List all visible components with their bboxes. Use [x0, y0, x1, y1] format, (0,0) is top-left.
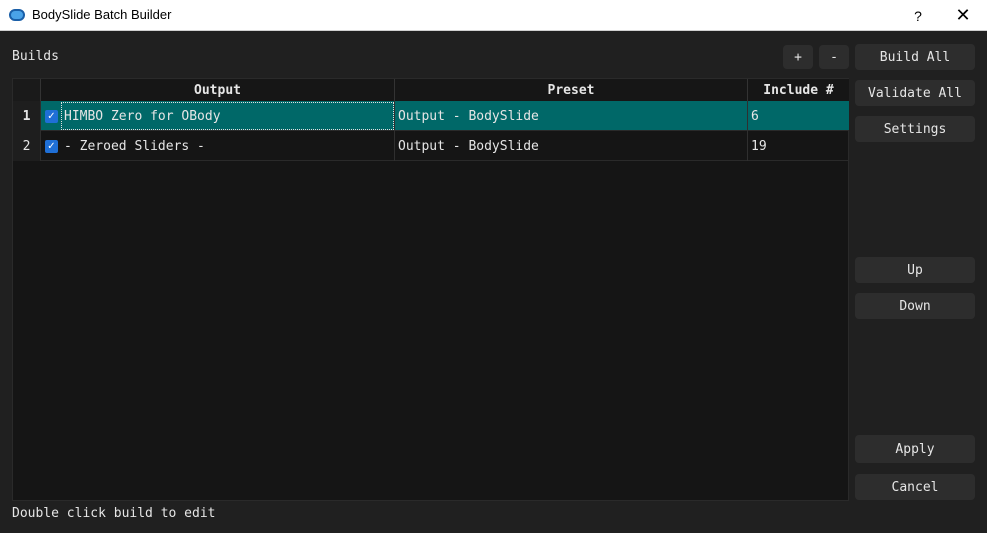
table-row[interactable]: 2 ✓ - Zeroed Sliders - Output - BodySlid…	[13, 131, 849, 161]
build-enabled-checkbox[interactable]: ✓	[45, 139, 58, 153]
close-button[interactable]: ✕	[946, 0, 980, 31]
output-cell[interactable]: ✓ HIMBO Zero for OBody	[41, 101, 395, 131]
bodyslide-app-icon	[9, 9, 25, 21]
status-text: Double click build to edit	[12, 506, 216, 521]
preset-cell[interactable]: Output - BodySlide	[395, 131, 748, 161]
add-build-button[interactable]: +	[783, 45, 813, 69]
column-header-output[interactable]: Output	[41, 79, 395, 101]
window-title: BodySlide Batch Builder	[32, 7, 172, 22]
column-header-include[interactable]: Include #	[748, 79, 849, 101]
down-button[interactable]: Down	[855, 293, 975, 319]
table-corner	[13, 79, 41, 101]
row-number[interactable]: 2	[13, 131, 41, 161]
remove-build-button[interactable]: -	[819, 45, 849, 69]
apply-button[interactable]: Apply	[855, 435, 975, 463]
validate-all-button[interactable]: Validate All	[855, 80, 975, 106]
column-header-preset[interactable]: Preset	[395, 79, 748, 101]
table-header: Output Preset Include #	[13, 79, 849, 101]
check-icon: ✓	[47, 140, 56, 152]
preset-cell[interactable]: Output - BodySlide	[395, 101, 748, 131]
up-button[interactable]: Up	[855, 257, 975, 283]
help-button[interactable]: ?	[904, 0, 932, 31]
output-name: - Zeroed Sliders -	[64, 138, 205, 154]
cancel-button[interactable]: Cancel	[855, 474, 975, 500]
settings-button[interactable]: Settings	[855, 116, 975, 142]
row-number[interactable]: 1	[13, 101, 41, 131]
output-cell[interactable]: ✓ - Zeroed Sliders -	[41, 131, 395, 161]
builds-label: Builds	[12, 49, 59, 64]
include-count-cell[interactable]: 19	[748, 131, 849, 161]
build-all-button[interactable]: Build All	[855, 44, 975, 70]
builds-table[interactable]: Output Preset Include # 1 ✓ HIMBO Zero f…	[12, 78, 849, 501]
title-bar: BodySlide Batch Builder ? ✕	[0, 0, 987, 31]
output-name: HIMBO Zero for OBody	[64, 108, 221, 124]
include-count-cell[interactable]: 6	[748, 101, 849, 131]
build-enabled-checkbox[interactable]: ✓	[45, 109, 58, 123]
check-icon: ✓	[47, 110, 56, 122]
table-row[interactable]: 1 ✓ HIMBO Zero for OBody Output - BodySl…	[13, 101, 849, 131]
